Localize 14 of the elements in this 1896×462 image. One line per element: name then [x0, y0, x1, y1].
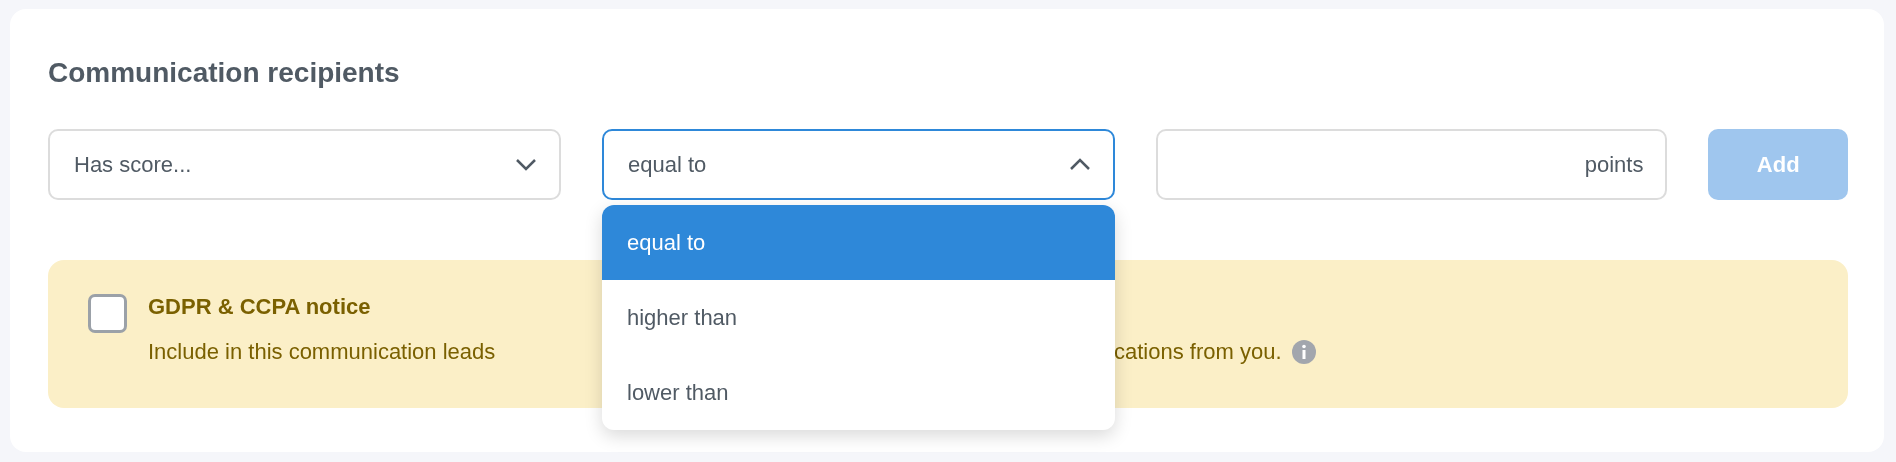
info-icon[interactable]: [1291, 339, 1316, 364]
select-field[interactable]: Has score...: [48, 129, 561, 201]
select-field[interactable]: equal to: [602, 129, 1115, 201]
checkbox[interactable]: [88, 294, 127, 334]
points-field[interactable]: points: [1156, 129, 1668, 201]
dropdown-option[interactable]: lower than: [602, 355, 1115, 431]
section-title: Communication recipients: [48, 56, 401, 90]
notice-text: Include in this communication leads: [148, 338, 497, 367]
chevron-down-icon: [515, 158, 537, 172]
notice-title: GDPR & CCPA notice: [148, 294, 371, 321]
notice-text: cations from you.: [1114, 338, 1282, 367]
dropdown-option[interactable]: equal to: [602, 205, 1115, 281]
chevron-up-icon: [1069, 158, 1091, 172]
dropdown-option[interactable]: higher than: [602, 280, 1115, 356]
